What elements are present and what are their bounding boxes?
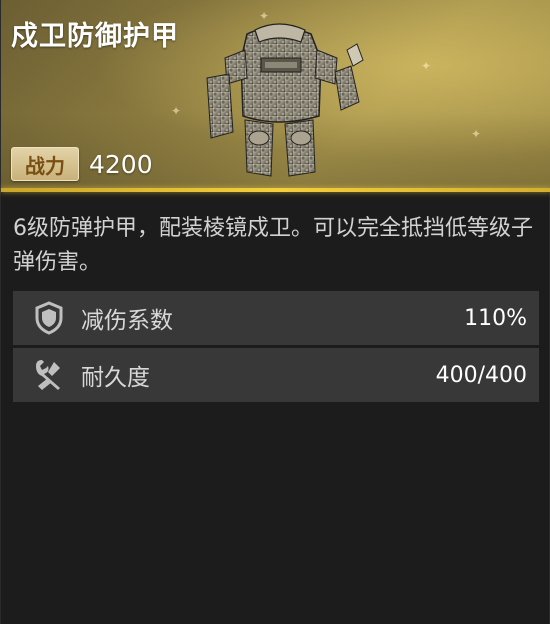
item-detail-card: ✦ ✦ ✦ ✦ 戍卫防御护甲 战力 4200 6级防弹护甲，配装棱镜戍卫。可以完… [0,0,550,624]
stat-row-damage-reduction: 减伤系数 110% [13,291,539,345]
item-description: 6级防弹护甲，配装棱镜戍卫。可以完全抵挡低等级子弹伤害。 [13,216,533,275]
wrench-icon [23,348,75,402]
stat-value: 400/400 [435,362,527,388]
stat-value: 110% [464,305,527,331]
sparkle-icon: ✦ [421,59,432,73]
item-header: ✦ ✦ ✦ ✦ 戍卫防御护甲 战力 4200 [1,0,550,188]
armor-suit-image [206,23,364,177]
stat-row-durability: 耐久度 400/400 [13,348,539,402]
combat-power: 战力 4200 [11,147,153,181]
rarity-divider [1,188,550,192]
stat-label: 耐久度 [81,365,150,391]
item-title: 戍卫防御护甲 [11,21,179,52]
stat-label: 减伤系数 [81,308,173,334]
shield-icon [23,291,75,345]
combat-power-badge: 战力 [11,147,79,181]
sparkle-icon: ✦ [171,104,182,118]
combat-power-value: 4200 [89,149,153,179]
sparkle-icon: ✦ [471,127,482,141]
